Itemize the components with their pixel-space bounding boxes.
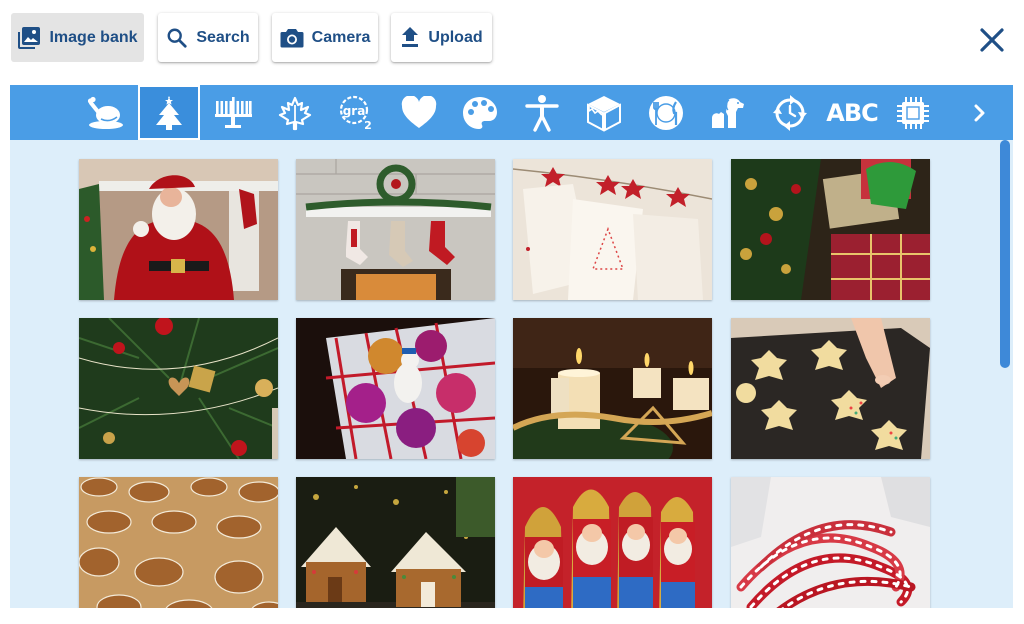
image-bank-button[interactable]: Image bank: [11, 13, 144, 62]
category-hanukkah[interactable]: [202, 85, 264, 140]
close-icon: [974, 28, 1010, 62]
menorah-icon: [213, 95, 253, 131]
category-eating[interactable]: [635, 85, 697, 140]
person-icon: [525, 94, 559, 132]
image-thumbnail-gingerbread-houses[interactable]: [296, 477, 495, 608]
category-autumn[interactable]: [264, 85, 326, 140]
svg-text:gra: gra: [343, 104, 366, 118]
toolbar: Image bank Search Camera Upload: [0, 0, 1024, 84]
image-bank-icon: [17, 26, 41, 50]
circular-arrows-icon: [771, 94, 809, 132]
scrollbar-thumb[interactable]: [1000, 140, 1010, 368]
image-grid: [10, 140, 1013, 608]
image-thumbnail-fireplace-stockings[interactable]: [296, 159, 495, 300]
category-technology[interactable]: [882, 85, 944, 140]
image-thumbnail-candy-canes[interactable]: [731, 477, 930, 608]
category-love[interactable]: [388, 85, 450, 140]
image-bank-label: Image bank: [49, 28, 138, 46]
category-people[interactable]: [511, 85, 573, 140]
camera-icon: [280, 27, 304, 49]
image-thumbnail-chocolate-santas[interactable]: [513, 477, 712, 608]
category-food[interactable]: [75, 85, 137, 140]
image-thumbnail-decorated-tree[interactable]: [79, 318, 278, 459]
camera-label: Camera: [311, 28, 371, 46]
maple-leaf-icon: [277, 95, 313, 131]
search-button[interactable]: Search: [158, 13, 258, 62]
upload-icon: [400, 26, 420, 49]
category-animals[interactable]: [697, 85, 759, 140]
category-routines[interactable]: [759, 85, 821, 140]
close-button[interactable]: [974, 22, 1010, 58]
category-objects[interactable]: [573, 85, 635, 140]
heart-icon: [400, 95, 438, 130]
chip-icon: [895, 95, 931, 131]
search-icon: [166, 27, 188, 49]
category-next-button[interactable]: [950, 85, 1010, 140]
roast-turkey-icon: [87, 95, 125, 131]
svg-text:2: 2: [364, 119, 372, 132]
image-thumbnail-gingerbread-baking[interactable]: [731, 318, 930, 459]
cube-icon: [586, 94, 622, 132]
upload-label: Upload: [428, 28, 483, 46]
camera-button[interactable]: Camera: [272, 13, 378, 62]
search-label: Search: [196, 28, 250, 46]
plate-utensils-icon: [647, 94, 685, 132]
upload-button[interactable]: Upload: [391, 13, 492, 62]
category-christmas[interactable]: [138, 85, 200, 140]
dogs-icon: [708, 94, 748, 132]
language-bubble-icon: gra 2: [337, 94, 377, 132]
abc-icon: ABC: [826, 98, 878, 127]
category-alphabet[interactable]: ABC: [821, 85, 883, 140]
image-thumbnail-wrapped-presents[interactable]: [731, 159, 930, 300]
image-thumbnail-advent-candles[interactable]: [513, 318, 712, 459]
christmas-tree-icon: [151, 94, 187, 132]
category-bar: gra 2 ABC: [10, 85, 1013, 140]
palette-icon: [461, 95, 499, 131]
image-thumbnail-advent-calendar-bags[interactable]: [513, 159, 712, 300]
category-language[interactable]: gra 2: [326, 85, 388, 140]
image-thumbnail-baubles-box[interactable]: [296, 318, 495, 459]
chevron-right-icon: [973, 104, 987, 122]
image-thumbnail-gingerbread-cookies[interactable]: [79, 477, 278, 608]
image-thumbnail-santa-claus[interactable]: [79, 159, 278, 300]
category-arts[interactable]: [449, 85, 511, 140]
